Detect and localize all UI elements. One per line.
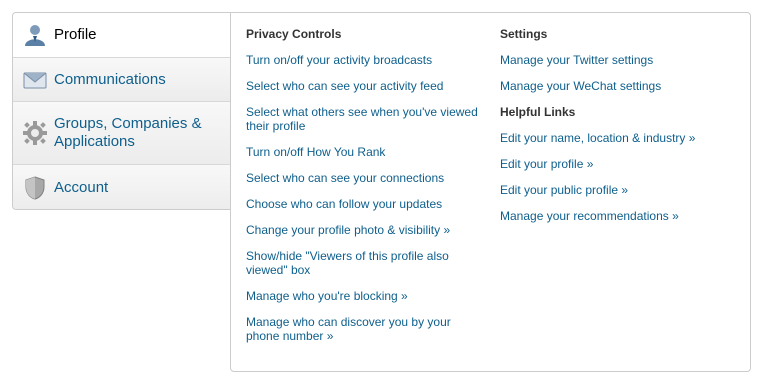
tab-communications-label: Communications — [54, 71, 166, 88]
gear-icon — [23, 121, 47, 145]
tab-account-label: Account — [54, 179, 109, 196]
link-activity-feed[interactable]: Select who can see your activity feed — [246, 79, 486, 93]
link-edit-profile[interactable]: Edit your profile » — [500, 157, 740, 171]
tab-groups-companies-applications[interactable]: Groups, Companies & Applications — [13, 102, 231, 165]
settings-tab-column: Profile Communications Groups, Companies… — [12, 12, 231, 210]
link-phone-discovery[interactable]: Manage who can discover you by your phon… — [246, 315, 486, 343]
settings-column: Settings Manage your Twitter settings Ma… — [500, 27, 740, 235]
link-connections-visibility[interactable]: Select who can see your connections — [246, 171, 486, 185]
tab-profile-label: Profile — [54, 26, 97, 43]
shield-icon — [25, 176, 45, 200]
privacy-controls-heading: Privacy Controls — [246, 27, 342, 41]
settings-heading: Settings — [500, 27, 548, 41]
link-how-you-rank[interactable]: Turn on/off How You Rank — [246, 145, 486, 159]
tab-account[interactable]: Account — [13, 165, 231, 209]
privacy-controls-column: Privacy Controls Turn on/off your activi… — [246, 27, 486, 355]
link-profile-photo-visibility[interactable]: Change your profile photo & visibility » — [246, 223, 486, 237]
link-viewers-also-viewed-box[interactable]: Show/hide "Viewers of this profile also … — [246, 249, 486, 277]
helpful-links-heading: Helpful Links — [500, 105, 576, 119]
link-viewed-profile-visibility[interactable]: Select what others see when you've viewe… — [246, 105, 486, 133]
link-activity-broadcasts[interactable]: Turn on/off your activity broadcasts — [246, 53, 486, 67]
profile-settings-panel: Privacy Controls Turn on/off your activi… — [230, 12, 751, 372]
link-edit-public-profile[interactable]: Edit your public profile » — [500, 183, 740, 197]
tab-groups-label: Groups, Companies & Applications — [54, 115, 202, 150]
user-icon — [25, 25, 45, 46]
link-follow-updates[interactable]: Choose who can follow your updates — [246, 197, 486, 211]
link-blocking[interactable]: Manage who you're blocking » — [246, 289, 486, 303]
link-edit-name-location-industry[interactable]: Edit your name, location & industry » — [500, 131, 740, 145]
tab-profile[interactable]: Profile — [13, 13, 231, 58]
link-manage-recommendations[interactable]: Manage your recommendations » — [500, 209, 740, 223]
link-wechat-settings[interactable]: Manage your WeChat settings — [500, 79, 740, 93]
tab-communications[interactable]: Communications — [13, 58, 231, 102]
link-twitter-settings[interactable]: Manage your Twitter settings — [500, 53, 740, 67]
envelope-icon — [23, 72, 47, 88]
